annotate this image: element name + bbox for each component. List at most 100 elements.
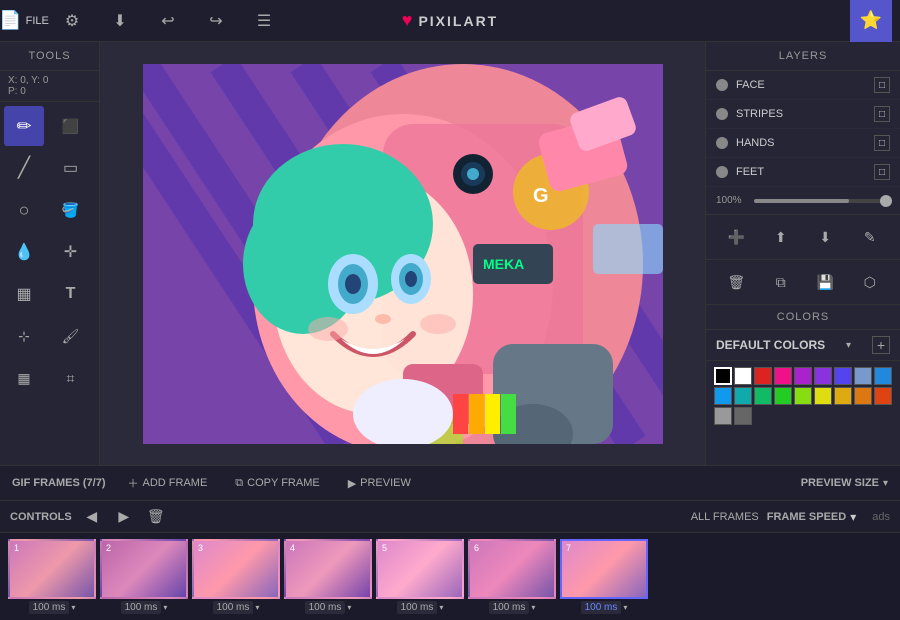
dither-tool[interactable]: ▦ [4, 274, 44, 314]
frame-speed-caret-4[interactable]: ▾ [347, 603, 351, 612]
frame-speed-caret-6[interactable]: ▾ [531, 603, 535, 612]
all-frames-button[interactable]: ALL FRAMES [691, 511, 759, 523]
merge-layer-button[interactable]: ⬡ [856, 268, 884, 296]
default-colors-label: DEFAULT COLORS [716, 338, 825, 352]
move-layer-up-button[interactable]: ⬆ [767, 223, 795, 251]
default-colors-caret[interactable]: ▾ [846, 340, 851, 351]
frame-speed-caret-3[interactable]: ▾ [255, 603, 259, 612]
text-tool[interactable]: T [51, 274, 91, 314]
color-swatch-orange[interactable] [854, 387, 872, 405]
frame-speed-caret-5[interactable]: ▾ [439, 603, 443, 612]
add-layer-button[interactable]: ➕ [722, 223, 750, 251]
duplicate-layer-button[interactable]: ⧉ [767, 268, 795, 296]
settings-icon[interactable]: ⚙ [56, 5, 88, 37]
layer-stripes[interactable]: STRIPES □ [706, 100, 900, 129]
color-swatch-lime[interactable] [774, 387, 792, 405]
default-colors-row: DEFAULT COLORS ▾ + [706, 330, 900, 361]
frame-thumb-4[interactable]: 4 [284, 539, 372, 599]
menu-icon[interactable]: ☰ [248, 5, 280, 37]
color-swatch-blue[interactable] [874, 367, 892, 385]
color-swatch-red[interactable] [754, 367, 772, 385]
eraser-tool[interactable]: ⬛ [51, 106, 91, 146]
frame-thumb-7[interactable]: 7 [560, 539, 648, 599]
prev-frame-button[interactable]: ◀ [80, 505, 104, 529]
layer-visibility-hands[interactable]: □ [874, 135, 890, 151]
add-frame-button[interactable]: ＋ ADD FRAME [122, 472, 214, 494]
color-swatch-orange-yellow[interactable] [834, 387, 852, 405]
frame-num-7: 7 [566, 543, 571, 553]
frame-speed-caret-1[interactable]: ▾ [71, 603, 75, 612]
layer-visibility-stripes[interactable]: □ [874, 106, 890, 122]
frame-item-2: 2 100 ms ▾ [100, 539, 188, 614]
color-swatch-dark-orange[interactable] [874, 387, 892, 405]
edit-layer-button[interactable]: ✎ [856, 223, 884, 251]
move-tool[interactable]: ✛ [51, 232, 91, 272]
circle-tool[interactable]: ○ [4, 190, 44, 230]
opacity-slider[interactable] [754, 199, 890, 203]
frame-speed-label: FRAME SPEED [767, 511, 846, 523]
select-tool[interactable]: ▭ [51, 148, 91, 188]
frame-speed-button[interactable]: FRAME SPEED ▾ [767, 510, 857, 524]
preview-size-caret[interactable]: ▾ [883, 478, 888, 489]
file-icon[interactable]: 📄 FILE [8, 5, 40, 37]
color-swatch-white[interactable] [734, 367, 752, 385]
preview-size-row[interactable]: PREVIEW SIZE ▾ [801, 477, 888, 489]
line-tool[interactable]: ╱ [4, 148, 44, 188]
color-swatch-yellow[interactable] [814, 387, 832, 405]
play-icon: ▶ [348, 477, 356, 490]
layer-dot [716, 137, 728, 149]
color-swatch-violet[interactable] [814, 367, 832, 385]
fill-tool[interactable]: 🪣 [51, 190, 91, 230]
layer-visibility-face[interactable]: □ [874, 77, 890, 93]
color-swatch-black[interactable] [714, 367, 732, 385]
undo-icon[interactable]: ↩ [152, 5, 184, 37]
frame-thumb-2[interactable]: 2 [100, 539, 188, 599]
delete-layer-button[interactable]: 🗑 [722, 268, 750, 296]
preview-button[interactable]: ▶ PREVIEW [342, 474, 417, 493]
color-swatch-yellow-green[interactable] [794, 387, 812, 405]
color-swatch-lightblue[interactable] [854, 367, 872, 385]
delete-frame-button[interactable]: 🗑 [144, 505, 168, 529]
save-layer-button[interactable]: 💾 [811, 268, 839, 296]
layer-hands[interactable]: HANDS □ [706, 129, 900, 158]
layer-actions-row1: ➕ ⬆ ⬇ ✎ [706, 215, 900, 260]
color-swatch-teal[interactable] [734, 387, 752, 405]
crop-tool[interactable]: ⌗ [51, 358, 91, 398]
coords-display: X: 0, Y: 0 P: 0 [0, 71, 99, 102]
paintbrush-tool[interactable]: 🖌 [51, 316, 91, 356]
frame-thumb-5[interactable]: 5 [376, 539, 464, 599]
frame-speed-caret-7[interactable]: ▾ [623, 603, 627, 612]
next-frame-button[interactable]: ▶ [112, 505, 136, 529]
wand-tool[interactable]: ⊹ [4, 316, 44, 356]
color-swatch-pink[interactable] [774, 367, 792, 385]
add-color-button[interactable]: + [872, 336, 890, 354]
add-frame-label: ADD FRAME [143, 477, 208, 489]
preview-label: PREVIEW [360, 477, 411, 489]
move-layer-down-button[interactable]: ⬇ [811, 223, 839, 251]
tile-tool[interactable]: ▦ [4, 358, 44, 398]
frame-thumb-1[interactable]: 1 [8, 539, 96, 599]
layer-face[interactable]: FACE □ [706, 71, 900, 100]
redo-icon[interactable]: ↪ [200, 5, 232, 37]
canvas-area[interactable]: MEKA G [100, 42, 705, 465]
color-swatch-light-gray[interactable] [714, 407, 732, 425]
eyedropper-tool[interactable]: 💧 [4, 232, 44, 272]
download-icon[interactable]: ⬇ [104, 5, 136, 37]
layer-feet[interactable]: FEET □ [706, 158, 900, 187]
frame-speed-caret-2[interactable]: ▾ [163, 603, 167, 612]
color-swatch-skyblue[interactable] [714, 387, 732, 405]
copy-frame-button[interactable]: ⧉ COPY FRAME [229, 474, 325, 493]
app-logo: ♥ PIXILART [402, 10, 498, 31]
color-swatch-gray[interactable] [734, 407, 752, 425]
frame-thumb-3[interactable]: 3 [192, 539, 280, 599]
color-swatch-purple[interactable] [794, 367, 812, 385]
frame-num-2: 2 [106, 543, 111, 553]
star-button[interactable]: ⭐ [850, 0, 892, 42]
frame-thumb-6[interactable]: 6 [468, 539, 556, 599]
pencil-tool[interactable]: ✏ [4, 106, 44, 146]
pixel-art-canvas[interactable]: MEKA G [143, 64, 663, 444]
color-swatch-green[interactable] [754, 387, 772, 405]
layer-visibility-feet[interactable]: □ [874, 164, 890, 180]
left-toolbar: TOOLS X: 0, Y: 0 P: 0 ✏ ⬛ ╱ ▭ ○ 🪣 💧 ✛ ▦ … [0, 42, 100, 465]
color-swatch-indigo[interactable] [834, 367, 852, 385]
